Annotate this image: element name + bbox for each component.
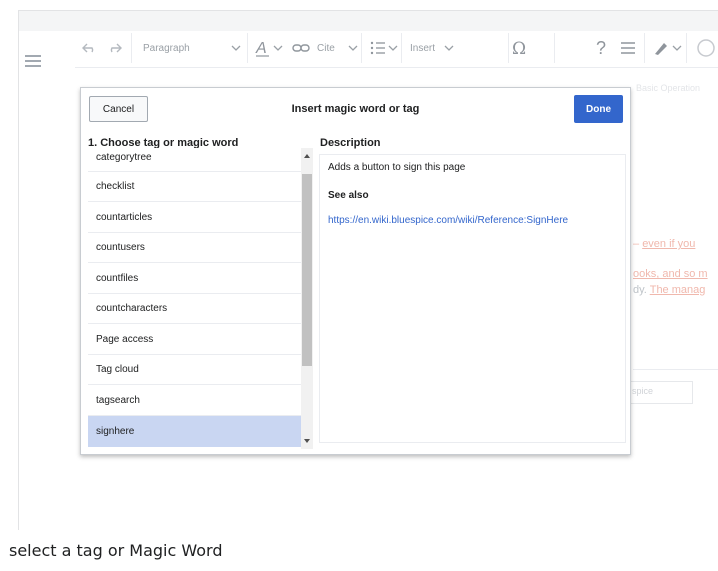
background-link-1: – even if you (633, 238, 696, 250)
list-item-label: categorytree (96, 152, 152, 163)
special-character-icon[interactable]: Ω (511, 36, 529, 60)
scroll-down-arrow-icon (304, 439, 310, 443)
scroll-up-arrow-icon (304, 154, 310, 158)
list-item-label: Page access (96, 334, 154, 345)
paragraph-label: Paragraph (143, 42, 190, 54)
insert-label: Insert (410, 42, 436, 54)
help-glyph: ? (596, 37, 607, 58)
tag-list[interactable]: categorytree checklist countarticles cou… (88, 148, 315, 449)
toolbar-separator (508, 33, 509, 63)
toolbar-separator (361, 33, 362, 63)
chevron-down-icon (348, 45, 358, 51)
list-item-label: countarticles (96, 212, 153, 223)
paragraph-dropdown[interactable]: Paragraph (143, 36, 243, 60)
background-box: spice (625, 381, 693, 404)
save-status-icon[interactable] (694, 36, 718, 60)
toolbar-separator (686, 33, 687, 63)
insert-dropdown[interactable]: Insert (404, 36, 456, 60)
editor-toolbar: Paragraph A Cite Insert Ω ? (19, 11, 718, 67)
cite-label: Cite (317, 42, 335, 54)
svg-text:Ω: Ω (512, 39, 526, 57)
list-icon[interactable] (370, 36, 400, 60)
link-icon[interactable] (292, 36, 310, 60)
list-item[interactable]: checklist (88, 172, 301, 202)
toolbar-separator (554, 33, 555, 63)
background-link-2: ooks, and so m (633, 268, 708, 280)
list-item[interactable]: countcharacters (88, 294, 301, 324)
list-item-label: Tag cloud (96, 364, 139, 375)
insert-magic-word-dialog: Insert magic word or tag Cancel Done 1. … (80, 87, 631, 455)
list-item-selected[interactable]: signhere (88, 416, 301, 447)
page-options-icon[interactable] (620, 36, 636, 60)
see-also-heading: See also (328, 190, 369, 201)
toolbar-divider (75, 67, 718, 68)
list-item[interactable]: tagsearch (88, 386, 301, 416)
list-item[interactable]: countusers (88, 233, 301, 263)
toolbar-top-strip (19, 11, 718, 31)
description-panel: Adds a button to sign this page See also… (319, 154, 626, 443)
list-item-label: countusers (96, 242, 145, 253)
chevron-down-icon (231, 45, 241, 51)
background-divider (633, 369, 718, 370)
list-item-label: countcharacters (96, 303, 168, 314)
background-text-3: dy. The manag (633, 284, 706, 296)
caption: select a tag or Magic Word (9, 541, 223, 560)
menu-icon[interactable] (25, 55, 41, 67)
help-icon[interactable]: ? (596, 36, 606, 60)
cite-dropdown[interactable]: Cite (317, 36, 359, 60)
toolbar-separator (401, 33, 402, 63)
redo-icon[interactable] (107, 36, 123, 60)
cancel-button[interactable]: Cancel (89, 96, 148, 122)
list-item[interactable]: countfiles (88, 264, 301, 294)
done-button[interactable]: Done (574, 95, 623, 123)
list-item-label: checklist (96, 181, 135, 192)
toolbar-separator (644, 33, 645, 63)
list-item-label: countfiles (96, 273, 139, 284)
toolbar-separator (247, 33, 248, 63)
list-item[interactable]: Page access (88, 325, 301, 355)
description-text: Adds a button to sign this page (328, 162, 466, 173)
scrollbar-thumb[interactable] (302, 174, 312, 366)
list-item-label: tagsearch (96, 395, 140, 406)
list-item-label: signhere (96, 426, 135, 437)
dialog-header: Insert magic word or tag Cancel Done (81, 88, 630, 130)
background-header-text: Basic Operation (636, 83, 701, 93)
list-scrollbar[interactable] (301, 148, 313, 449)
list-item[interactable]: categorytree (88, 148, 301, 172)
list-item[interactable]: countarticles (88, 203, 301, 233)
edit-mode-icon[interactable] (652, 36, 686, 60)
list-item[interactable]: Tag cloud (88, 355, 301, 385)
dialog-title: Insert magic word or tag (291, 103, 420, 115)
text-style-icon[interactable]: A (255, 36, 285, 60)
reference-link[interactable]: https://en.wiki.bluespice.com/wiki/Refer… (328, 215, 568, 226)
svg-text:A: A (255, 40, 267, 57)
toolbar-separator (131, 33, 132, 63)
description-heading: Description (320, 137, 381, 149)
chevron-down-icon (444, 45, 454, 51)
undo-icon[interactable] (81, 36, 97, 60)
